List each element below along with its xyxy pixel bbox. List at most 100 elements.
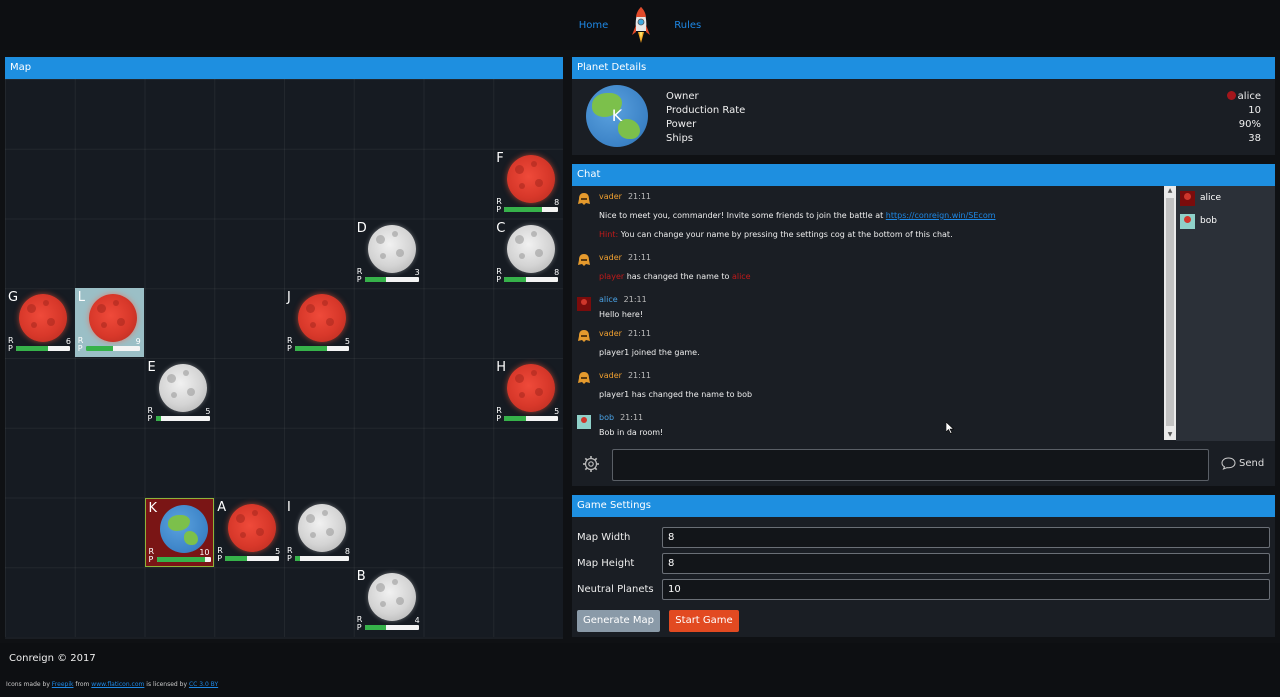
production-rate-value: 10: [1248, 105, 1261, 116]
planet-cell-i[interactable]: IRP8: [284, 498, 353, 567]
planet-cell-l[interactable]: LRP9: [74, 288, 144, 358]
vader-avatar-icon: [578, 254, 590, 266]
p-label: P: [287, 344, 292, 354]
p-label: P: [77, 344, 83, 354]
planet-cell-k[interactable]: K R P 10: [144, 497, 214, 567]
planet-letter: B: [356, 569, 366, 585]
send-label: Send: [1239, 458, 1265, 469]
planet-cell-j[interactable]: JRP5: [284, 288, 353, 357]
message-author: vader 21:11: [599, 371, 651, 380]
message-text: Nice to meet you, commander! Invite some…: [599, 211, 996, 220]
scroll-up-icon[interactable]: ▲: [1164, 186, 1176, 196]
planet-ships-count: 8: [554, 267, 560, 277]
planet-ships-count: 8: [554, 197, 560, 207]
message-author: vader 21:11: [599, 329, 651, 338]
game-settings-header: Game Settings: [572, 495, 1275, 517]
planet-cell-h[interactable]: HRP5: [493, 358, 562, 427]
production-bar: [225, 555, 280, 561]
freepik-link[interactable]: Freepik: [52, 681, 74, 688]
production-bar: [85, 346, 140, 352]
message-text: player1 has changed the name to bob: [599, 390, 753, 399]
planet-cell-d[interactable]: DRP3: [354, 219, 423, 288]
moon-planet-icon: [298, 503, 346, 552]
message-author: alice 21:11: [599, 295, 647, 304]
chat-scrollbar[interactable]: ▲ ▼: [1164, 186, 1176, 440]
production-bar: [295, 346, 349, 352]
map-height-input[interactable]: 8: [662, 553, 1270, 574]
planet-ships-count: 5: [275, 546, 281, 556]
user-item-alice[interactable]: alice: [1180, 189, 1221, 207]
flaticon-link[interactable]: www.flaticon.com: [91, 681, 144, 688]
vader-avatar-icon: [578, 330, 590, 342]
p-label: P: [147, 414, 153, 423]
chat-log[interactable]: vader 21:11 Nice to meet you, commander! …: [572, 186, 1164, 441]
nav-rules-link[interactable]: Rules: [674, 20, 701, 31]
message-text: player has changed the name to alice: [599, 272, 751, 281]
scroll-down-icon[interactable]: ▼: [1164, 430, 1176, 440]
owner-label: Owner: [666, 91, 699, 102]
planet-letter: K: [148, 500, 158, 516]
game-settings-panel: Game Settings Map Width 8 Map Height 8 N…: [572, 495, 1275, 637]
red-planet-icon: [88, 294, 137, 343]
planet-cell-c[interactable]: CRP8: [493, 219, 562, 288]
nav-home-link[interactable]: Home: [579, 20, 609, 31]
message-text: Hello here!: [599, 310, 644, 319]
message-text: player1 joined the game.: [599, 348, 700, 357]
map-grid[interactable]: F R P 8 D R P 3 C R P 8 G R P 6 L R P 9 J R P 5 E R P 5 H R P 5 K R P 10 A R P…: [5, 79, 563, 637]
planet-cell-e[interactable]: ERP5: [145, 358, 214, 427]
red-planet-icon: [507, 364, 556, 412]
start-game-button[interactable]: Start Game: [669, 610, 739, 632]
send-button[interactable]: Send: [1221, 457, 1264, 470]
ships-value: 38: [1248, 133, 1261, 144]
map-header: Map: [5, 57, 563, 79]
user-item-bob[interactable]: bob: [1180, 212, 1217, 230]
planet-cell-a[interactable]: ARP5: [214, 498, 283, 567]
planet-letter: H: [496, 360, 507, 375]
map-width-input[interactable]: 8: [662, 527, 1270, 548]
planet-ships-count: 5: [205, 407, 211, 416]
power-value: 90%: [1238, 119, 1261, 130]
map-panel: Map FRP8DRP3CRP8GRP6LRP9JRP5ERP5HRP5KRP1…: [5, 57, 563, 639]
message-author: vader 21:11: [599, 192, 651, 201]
production-bar: [504, 206, 559, 212]
moon-planet-icon: [367, 573, 416, 622]
alice-avatar-icon: [577, 297, 591, 311]
planet-cell-g[interactable]: GRP6: [5, 288, 74, 357]
p-label: P: [496, 274, 502, 284]
planet-ships-count: 3: [414, 267, 420, 277]
planet-details-panel: Planet Details K Owner Production Rate P…: [572, 57, 1275, 155]
planet-cell-b[interactable]: BRP4: [354, 567, 423, 636]
red-planet-icon: [228, 503, 277, 552]
message-author: bob 21:11: [599, 413, 644, 422]
copyright: Conreign © 2017: [9, 653, 96, 664]
chat-message-input[interactable]: [612, 449, 1209, 481]
settings-gear-icon[interactable]: [582, 455, 600, 473]
p-label: P: [217, 553, 223, 563]
earth-planet-icon: [159, 504, 208, 553]
planet-letter: E: [147, 360, 156, 375]
planet-letter: L: [77, 290, 85, 306]
power-label: Power: [666, 119, 697, 130]
neutral-planets-label: Neutral Planets: [577, 584, 654, 595]
p-label: P: [148, 554, 154, 564]
moon-planet-icon: [507, 224, 556, 273]
production-bar: [295, 555, 349, 561]
p-label: P: [287, 553, 292, 563]
p-label: P: [496, 204, 502, 214]
planet-letter: G: [8, 290, 19, 306]
planet-cell-f[interactable]: FRP8: [493, 149, 562, 218]
production-bar: [156, 556, 211, 562]
icon-credits: Icons made by Freepik from www.flaticon.…: [6, 681, 219, 688]
license-link[interactable]: CC 3.0 BY: [189, 681, 218, 688]
generate-map-button[interactable]: Generate Map: [577, 610, 660, 632]
planet-letter: C: [496, 220, 506, 236]
p-label: P: [496, 414, 502, 423]
neutral-planets-input[interactable]: 10: [662, 579, 1270, 600]
scroll-thumb[interactable]: [1166, 198, 1174, 426]
production-bar: [504, 416, 559, 421]
rocket-icon[interactable]: [630, 5, 652, 45]
message-hint: Hint: You can change your name by pressi…: [599, 230, 953, 239]
planet-ships-count: 5: [344, 337, 350, 347]
invite-link[interactable]: https://conreign.win/SEcom: [886, 211, 996, 220]
p-label: P: [356, 274, 362, 284]
